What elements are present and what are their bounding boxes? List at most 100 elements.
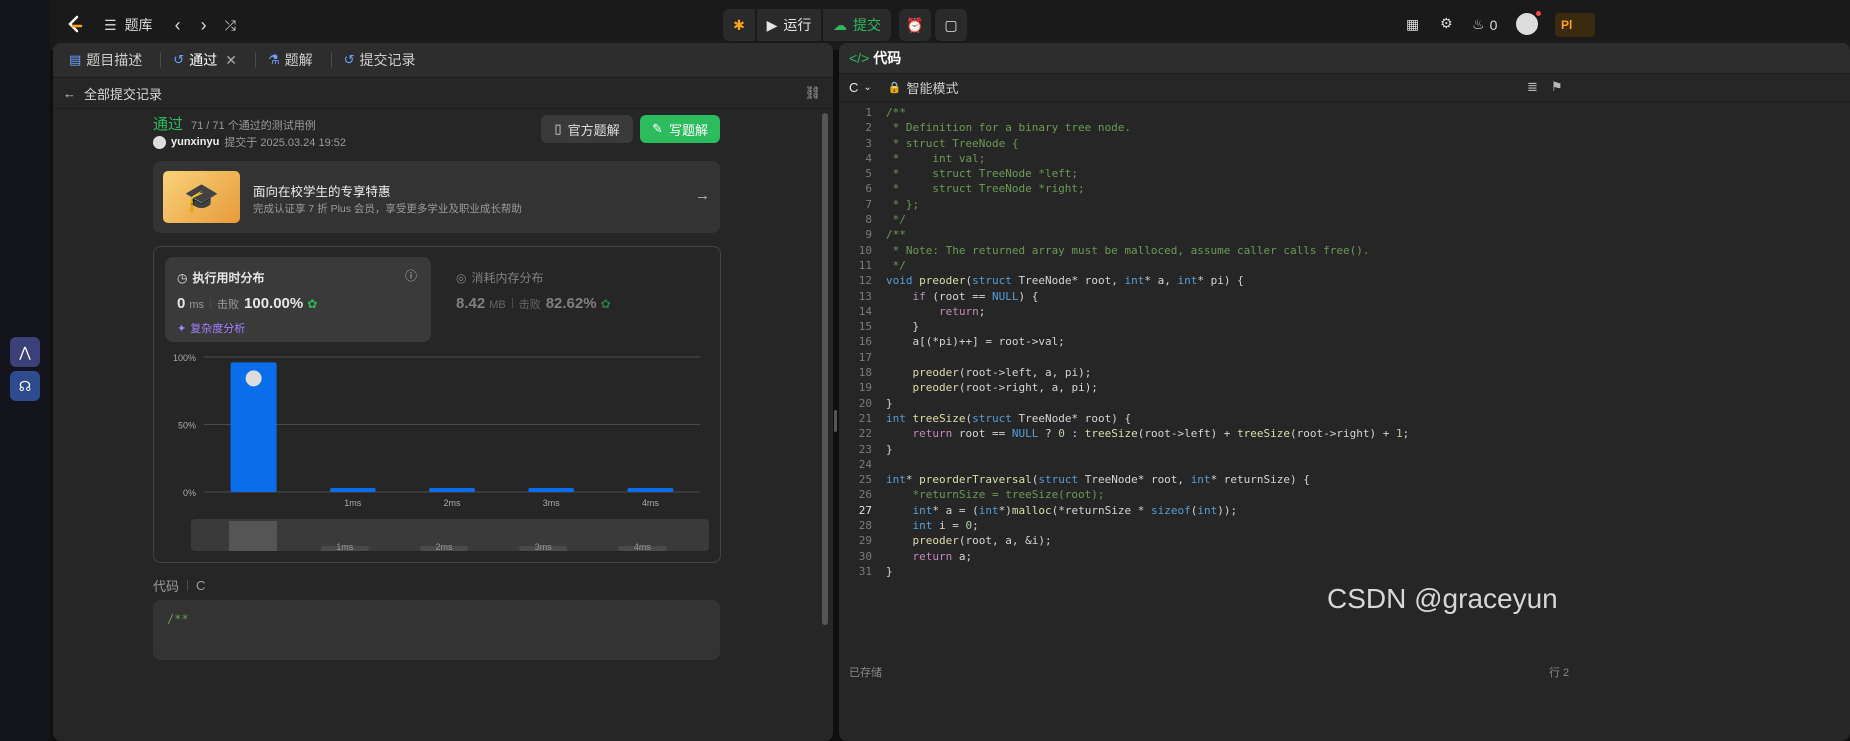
promo-banner[interactable]: 🎓 面向在校学生的专享特惠 完成认证享 7 折 Plus 会员，享受更多学业及职… <box>153 161 720 233</box>
headset-icon[interactable]: ☊ <box>10 371 40 401</box>
line-code: preoder(root, a, &i); <box>912 534 1052 548</box>
notes-button[interactable]: ▢ <box>935 9 967 41</box>
tab-divider <box>254 52 256 68</box>
format-icon[interactable]: ≣ <box>1527 79 1538 95</box>
username[interactable]: yunxinyu <box>171 136 219 148</box>
code-line[interactable]: 26 *returnSize = treeSize(root); <box>839 487 1850 502</box>
problem-bank-label: 题库 <box>124 17 153 33</box>
chart-bar[interactable] <box>528 488 575 492</box>
panel-resizer[interactable] <box>834 410 837 432</box>
tab-label: 题解 <box>284 52 313 68</box>
code-line[interactable]: 19 preoder(root->right, a, pi); <box>839 380 1850 395</box>
all-submissions-link[interactable]: 全部提交记录 <box>84 84 162 103</box>
user-avatar <box>153 135 166 149</box>
settings-icon[interactable]: ⚙ <box>1440 15 1453 32</box>
official-solution-button[interactable]: ▯ 官方题解 <box>541 115 633 143</box>
chart-bar[interactable] <box>627 488 674 492</box>
beats-label: 击败 <box>518 299 541 311</box>
line-code: return root == NULL ? 0 : treeSize(root-… <box>912 427 1410 441</box>
code-line[interactable]: 2 * Definition for a binary tree node. <box>839 120 1850 135</box>
smart-mode-toggle[interactable]: 🔒 智能模式 <box>888 78 959 97</box>
avatar[interactable] <box>1516 13 1538 35</box>
streak-counter[interactable]: ♨ 0 <box>1472 16 1497 33</box>
line-number: 18 <box>858 366 872 380</box>
link-icon[interactable]: ⛓ <box>804 85 821 101</box>
code-line[interactable]: 22 return root == NULL ? 0 : treeSize(ro… <box>839 426 1850 441</box>
tab-accepted[interactable]: ↺ 通过 ✕ <box>169 50 241 70</box>
tab-solutions[interactable]: ⚗ 题解 <box>264 50 317 70</box>
code-line[interactable]: 1 /** <box>839 105 1850 120</box>
code-line[interactable]: 12 void preoder(struct TreeNode* root, in… <box>839 273 1850 288</box>
code-line[interactable]: 24 <box>839 457 1850 472</box>
memory-values: 8.42 MB 击败 82.62% ✿ <box>456 295 611 312</box>
status-row: 通过 71 / 71 个通过的测试用例 <box>153 113 316 134</box>
clock-icon: ◷ <box>177 270 188 285</box>
prev-problem-icon[interactable]: ‹ <box>175 15 181 36</box>
editor-toolbar: C ⌄ 🔒 智能模式 ≣ ⚑ <box>839 73 1850 102</box>
problem-list-button[interactable]: ☰ 题库 <box>104 15 153 35</box>
code-line[interactable]: 17 <box>839 350 1850 365</box>
code-line[interactable]: 20} <box>839 396 1850 411</box>
line-number: 22 <box>858 427 872 441</box>
run-label: 运行 <box>783 17 812 33</box>
minimap-window <box>229 521 277 551</box>
next-problem-icon[interactable]: › <box>201 15 207 36</box>
code-line[interactable]: 15 } <box>839 319 1850 334</box>
code-line[interactable]: 30 return a; <box>839 549 1850 564</box>
run-button[interactable]: ▶ 运行 <box>757 9 821 41</box>
code-line[interactable]: 28 int i = 0; <box>839 518 1850 533</box>
chart-bar[interactable] <box>429 488 475 492</box>
code-line[interactable]: 29 preoder(root, a, &i); <box>839 533 1850 548</box>
code-line[interactable]: 10 * Note: The returned array must be ma… <box>839 243 1850 258</box>
chart-bar[interactable] <box>329 488 376 492</box>
bookmark-icon[interactable]: ⚑ <box>1551 79 1563 95</box>
line-number: 5 <box>865 167 872 181</box>
code-line[interactable]: 4 * int val; <box>839 151 1850 166</box>
x-tick-label: 4ms <box>642 498 660 508</box>
write-solution-button[interactable]: ✎ 写题解 <box>640 115 720 143</box>
code-line[interactable]: 3 * struct TreeNode { <box>839 136 1850 151</box>
code-line[interactable]: 11 */ <box>839 258 1850 273</box>
play-icon: ▶ <box>766 16 778 33</box>
code-line[interactable]: 23} <box>839 442 1850 457</box>
runtime-card[interactable]: ◷ 执行用时分布 ⓘ 0 ms 击败 100.00% ✿ ✦ 复杂度分析 <box>165 257 431 342</box>
tab-description[interactable]: ▤ 题目描述 <box>65 50 146 70</box>
submit-button[interactable]: ☁ 提交 <box>823 9 891 41</box>
layout-icon[interactable]: ▦ <box>1406 16 1419 33</box>
debug-button[interactable]: ✱ <box>723 9 755 41</box>
code-line[interactable]: 16 a[(*pi)++] = root->val; <box>839 334 1850 349</box>
code-line[interactable]: 25 int* preorderTraversal(struct TreeNode… <box>839 472 1850 487</box>
editor-title: 代码 <box>873 50 902 66</box>
code-line[interactable]: 31} <box>839 564 1850 579</box>
code-area[interactable]: 1/** 2 * Definition for a binary tree nod… <box>839 105 1850 665</box>
code-line[interactable]: 6 * struct TreeNode *right; <box>839 181 1850 196</box>
code-line[interactable]: 14 return; <box>839 304 1850 319</box>
app-shortcut-icon[interactable]: ⋀ <box>10 337 40 367</box>
shuffle-icon[interactable]: ⤮ <box>225 17 236 34</box>
code-line[interactable]: 27 int* a = (int*)malloc(*returnSize * s… <box>839 503 1850 518</box>
code-line[interactable]: 7 * }; <box>839 197 1850 212</box>
code-line[interactable]: 13 if (root == NULL) { <box>839 289 1850 304</box>
complexity-link[interactable]: ✦ 复杂度分析 <box>177 320 245 336</box>
timer-button[interactable]: ⏰ <box>899 9 931 41</box>
close-icon[interactable]: ✕ <box>225 52 237 69</box>
scrollbar[interactable] <box>822 113 828 625</box>
info-icon[interactable]: ⓘ <box>405 267 417 284</box>
tab-submissions[interactable]: ↺ 提交记录 <box>340 50 420 70</box>
line-number: 30 <box>858 549 872 563</box>
leetcode-logo-icon[interactable] <box>64 14 86 36</box>
line-number: 3 <box>865 136 872 150</box>
memory-card[interactable]: ◎ 消耗内存分布 8.42 MB 击败 82.62% ✿ <box>444 257 710 342</box>
code-line[interactable]: 5 * struct TreeNode *left; <box>839 166 1850 181</box>
code-brackets-icon: </> <box>849 50 870 66</box>
language-select[interactable]: C ⌄ <box>849 80 872 95</box>
runtime-distribution-chart[interactable]: 100% 50% 0% 1ms 2ms 3ms 4ms 1ms 2ms 3ms 4ms <box>154 347 720 557</box>
line-code: return; <box>938 304 986 318</box>
code-line[interactable]: 21 int treeSize(struct TreeNode* root) { <box>839 411 1850 426</box>
back-arrow-icon[interactable]: ← <box>63 86 76 101</box>
plus-badge[interactable]: Pl <box>1555 13 1595 37</box>
code-line[interactable]: 9 /** <box>839 227 1850 242</box>
code-line[interactable]: 8 */ <box>839 212 1850 227</box>
code-line[interactable]: 18 preoder(root->left, a, pi); <box>839 365 1850 380</box>
line-number: 8 <box>865 213 872 227</box>
